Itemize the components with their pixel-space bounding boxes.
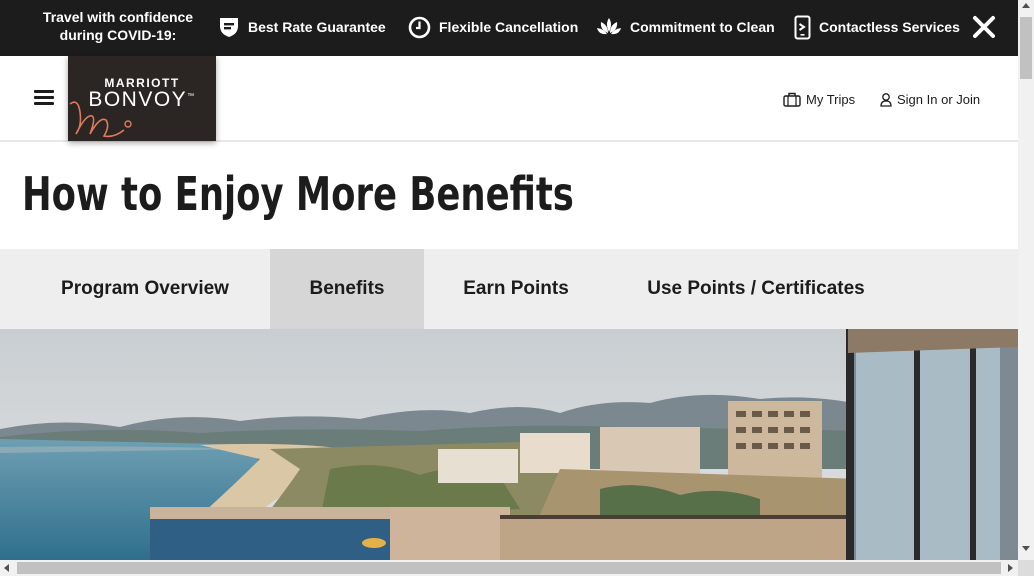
marriott-bonvoy-logo[interactable]: MARRIOTT BONVOY™ (68, 56, 216, 141)
tab-use-points-certificates[interactable]: Use Points / Certificates (626, 249, 886, 329)
commitment-to-clean-label: Commitment to Clean (630, 19, 775, 35)
vertical-scroll-thumb[interactable] (1020, 17, 1032, 79)
logo-trademark: ™ (187, 93, 196, 100)
covid-banner: Travel with confidence during COVID-19: … (0, 0, 1018, 56)
resort-coastline-illustration (0, 329, 1018, 560)
close-icon (973, 16, 995, 38)
best-rate-guarantee-link[interactable]: Best Rate Guarantee (218, 14, 386, 40)
menu-bar (34, 102, 54, 105)
scrollbar-corner (1018, 560, 1034, 576)
sign-in-label: Sign In or Join (897, 92, 981, 107)
my-trips-link[interactable]: My Trips (783, 92, 855, 107)
suitcase-icon (783, 92, 801, 107)
clock-icon (408, 16, 431, 38)
best-rate-label: Best Rate Guarantee (248, 19, 386, 35)
horizontal-scrollbar[interactable] (0, 560, 1018, 576)
scroll-up-arrow-icon[interactable] (1022, 3, 1030, 8)
hamburger-menu-button[interactable] (34, 90, 54, 106)
menu-bar (34, 90, 54, 93)
lotus-icon (597, 18, 621, 35)
user-icon (880, 93, 892, 107)
mobile-phone-icon (794, 15, 811, 39)
sign-in-link[interactable]: Sign In or Join (880, 92, 980, 107)
logo-swirl-icon (69, 101, 132, 138)
flexible-cancellation-link[interactable]: Flexible Cancellation (408, 14, 578, 40)
benefits-tab-bar: Program Overview Benefits Earn Points Us… (0, 249, 1018, 329)
hero-resort-image (0, 329, 1018, 560)
commitment-to-clean-link[interactable]: Commitment to Clean (596, 14, 775, 40)
scroll-left-arrow-icon[interactable] (4, 564, 9, 572)
scroll-right-arrow-icon[interactable] (1008, 564, 1013, 572)
tab-earn-points[interactable]: Earn Points (442, 249, 590, 329)
contactless-services-label: Contactless Services (819, 19, 960, 35)
menu-bar (34, 96, 54, 99)
flexible-cancellation-label: Flexible Cancellation (439, 19, 579, 35)
contactless-services-link[interactable]: Contactless Services (794, 14, 960, 40)
my-trips-label: My Trips (806, 92, 856, 107)
site-header: MARRIOTT BONVOY™ My Trips Sign In or Joi… (0, 56, 1018, 142)
horizontal-scroll-thumb[interactable] (17, 562, 1001, 574)
rate-flag-icon (220, 18, 238, 37)
vertical-scrollbar[interactable] (1018, 0, 1034, 560)
covid-intro-text: Travel with confidence during COVID-19: (42, 9, 194, 43)
scroll-down-arrow-icon[interactable] (1022, 546, 1030, 551)
close-banner-button[interactable] (970, 13, 998, 41)
tab-program-overview[interactable]: Program Overview (38, 249, 252, 329)
page-title: How to Enjoy More Benefits (22, 167, 574, 221)
tab-benefits[interactable]: Benefits (270, 249, 424, 329)
